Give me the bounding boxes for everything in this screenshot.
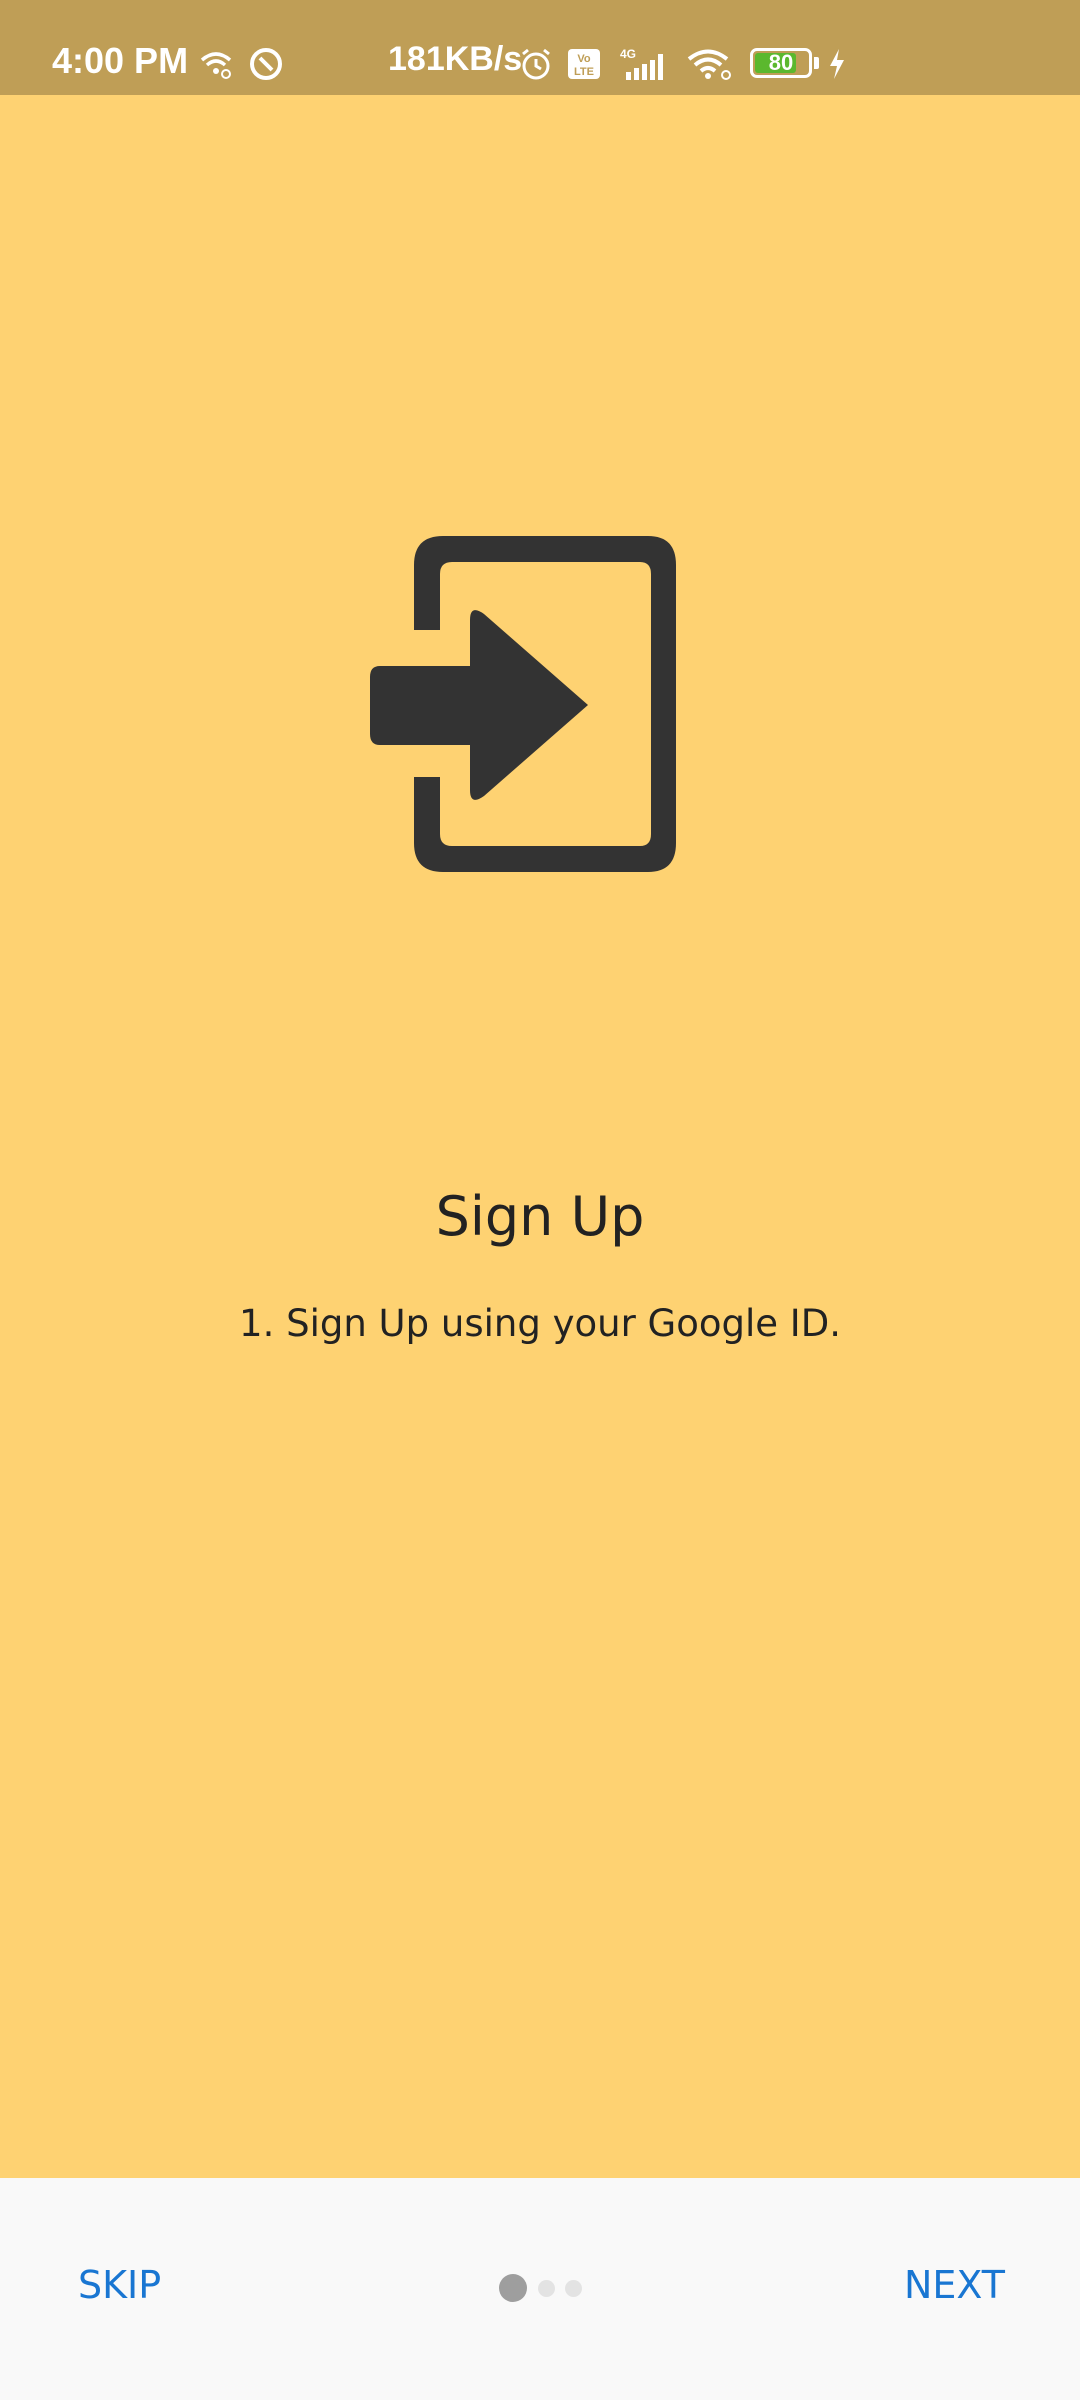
- onboarding-title: Sign Up: [435, 1185, 645, 1248]
- status-time: 4:00 PM: [52, 40, 189, 81]
- onboarding-description: 1. Sign Up using your Google ID.: [239, 1302, 841, 1345]
- wifi-link-icon: [200, 52, 232, 79]
- page-dot[interactable]: [538, 2280, 555, 2297]
- signal-4g-icon: 4G: [620, 47, 663, 80]
- onboarding-screen: 4:00 PM 181KB/s Vo LTE 4G 80 Sign Up 1. …: [0, 0, 1080, 2400]
- page-dot[interactable]: [565, 2280, 582, 2297]
- battery-indicator: 80: [750, 48, 812, 78]
- wifi-icon: [687, 49, 731, 80]
- svg-text:4G: 4G: [620, 47, 636, 61]
- sync-icon: [250, 48, 282, 80]
- svg-text:LTE: LTE: [574, 66, 594, 78]
- login-icon: [370, 536, 676, 872]
- network-speed: 181KB/s: [388, 40, 523, 78]
- skip-button[interactable]: SKIP: [78, 2263, 161, 2307]
- status-bar: 4:00 PM 181KB/s Vo LTE 4G 80: [0, 0, 1080, 95]
- next-button[interactable]: NEXT: [904, 2263, 1005, 2307]
- page-indicator: [497, 2274, 597, 2304]
- battery-tip: [814, 57, 819, 69]
- svg-text:Vo: Vo: [577, 53, 591, 65]
- battery-level-text: 80: [768, 50, 794, 75]
- alarm-icon: [522, 48, 550, 80]
- volte-icon: Vo LTE: [568, 49, 600, 79]
- page-dot-active[interactable]: [499, 2274, 527, 2302]
- charging-icon: [830, 49, 844, 79]
